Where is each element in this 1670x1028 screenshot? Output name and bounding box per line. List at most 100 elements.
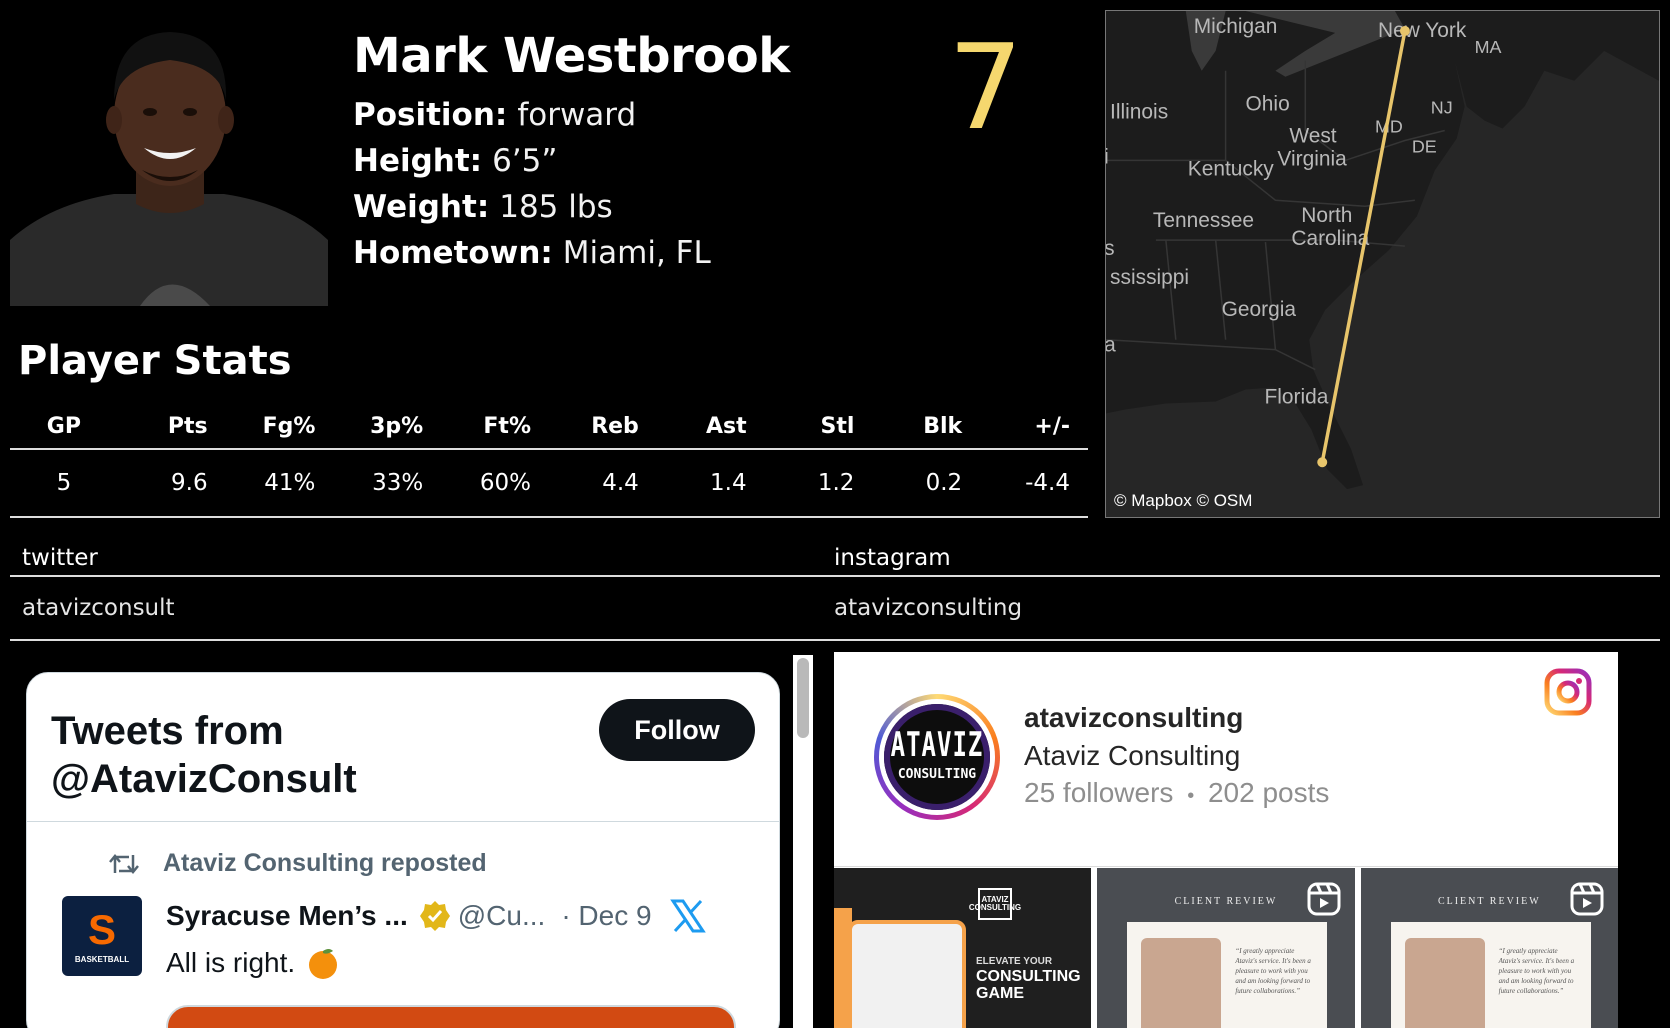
map-label-nj: NJ (1431, 98, 1453, 118)
instagram-full-name: Ataviz Consulting (1024, 740, 1241, 771)
weight-value: 185 lbs (499, 189, 613, 225)
stat-header-ft: Ft% (483, 414, 531, 439)
repost-text: Ataviz Consulting reposted (163, 849, 487, 877)
stats-title: Player Stats (18, 338, 292, 384)
tweet-date[interactable]: · Dec 9 (561, 900, 651, 932)
map-label-ma: MA (1475, 37, 1502, 57)
map-label-michigan: Michigan (1194, 15, 1278, 38)
map-label-de: DE (1412, 136, 1437, 156)
logo-line2: CONSULTING (897, 766, 977, 782)
verified-badge-icon (419, 901, 450, 931)
map-label-new-york: New York (1378, 19, 1467, 42)
stat-value-gp: 5 (56, 470, 72, 496)
x-logo-icon[interactable] (669, 899, 706, 933)
follow-button[interactable]: Follow (599, 699, 755, 761)
social-header-row: twitter instagram (10, 540, 1660, 577)
weight-row: Weight: 185 lbs (353, 184, 711, 230)
social-table: twitter instagram atavizconsult atavizco… (10, 540, 1660, 641)
instagram-divider (834, 866, 1618, 867)
route-start-marker[interactable] (1399, 25, 1410, 36)
post-mini-logo: ATAVIZ CONSULTING (969, 888, 1021, 920)
hometown-label: Hometown: (353, 235, 553, 271)
count-separator: • (1187, 785, 1195, 807)
instagram-handle: atavizconsulting (834, 595, 1023, 621)
instagram-post-3[interactable]: CLIENT REVIEW “I greatly appreciate Atav… (1360, 868, 1618, 1028)
stat-header-3p: 3p% (370, 414, 424, 439)
ataviz-logo: ATAVIZ CONSULTING (884, 704, 990, 810)
reviewer-photo (1404, 938, 1485, 1028)
instagram-counts: 25 followers • 202 posts (1024, 777, 1329, 809)
post-tagline-big-2: GAME (976, 985, 1024, 1002)
stat-value-ft: 60% (479, 470, 531, 496)
map-label-ohio: Ohio (1246, 93, 1290, 116)
stats-value-row: 5 9.6 41% 33% 60% 4.4 1.4 1.2 0.2 -4.4 (10, 450, 1088, 518)
post-photo-card (848, 920, 966, 1028)
avatar-caption: BASKETBALL (74, 954, 130, 964)
embed-scrollbar-thumb[interactable] (797, 658, 809, 738)
post-review-card: “I greatly appreciate Ataviz's service. … (1390, 922, 1591, 1028)
stats-header-row: GP Pts Fg% 3p% Ft% Reb Ast Stl Blk +/- (10, 410, 1088, 450)
map-label-illinois: Illinois (1110, 101, 1168, 124)
hometown-row: Hometown: Miami, FL (353, 230, 711, 276)
review-quote: “I greatly appreciate Ataviz's service. … (1235, 947, 1311, 995)
stat-header-gp: GP (46, 414, 81, 439)
route-end-marker[interactable] (1317, 457, 1328, 468)
post-tagline-big: CONSULTING GAME (976, 968, 1081, 1002)
twitter-timeline-widget[interactable]: Tweets from @AtavizConsult Follow Ataviz… (26, 672, 780, 1028)
instagram-post-2[interactable]: CLIENT REVIEW “I greatly appreciate Atav… (1097, 868, 1355, 1028)
player-photo (10, 8, 328, 306)
height-label: Height: (353, 143, 483, 179)
instagram-logo-icon[interactable] (1544, 668, 1592, 716)
tweet-author-avatar[interactable]: S BASKETBALL (62, 896, 142, 976)
twitter-handle: atavizconsult (22, 595, 175, 621)
avatar-letter: S (87, 905, 116, 953)
stat-header-ast: Ast (705, 414, 747, 439)
map-attribution[interactable]: © Mapbox © OSM (1114, 491, 1252, 511)
stat-header-stl: Stl (820, 414, 855, 439)
tweet-header: Syracuse Men’s ... @Cu... · Dec 9 (166, 899, 706, 933)
instagram-post-1[interactable]: ATAVIZ CONSULTING ELEVATE YOUR CONSULTIN… (834, 868, 1092, 1028)
stat-value-stl: 1.2 (817, 470, 855, 496)
map-label-edge-s: s (1106, 237, 1115, 260)
twitter-title-line1: Tweets from (51, 709, 284, 753)
jersey-number: 7 (948, 18, 1024, 156)
map-label-edge-a: a (1106, 334, 1116, 357)
map-label-virginia: Virginia (1277, 147, 1347, 170)
instagram-username[interactable]: atavizconsulting (1024, 702, 1243, 734)
twitter-divider (27, 821, 779, 822)
instagram-profile-widget[interactable]: ATAVIZ CONSULTING atavizconsulting Atavi… (834, 652, 1618, 1028)
repost-indicator[interactable]: Ataviz Consulting reposted (109, 849, 487, 878)
post-tagline-small: ELEVATE YOUR (976, 956, 1053, 967)
stat-value-reb: 4.4 (602, 470, 639, 496)
player-name: Mark Westbrook (353, 28, 790, 84)
position-value: forward (517, 97, 637, 133)
tweet-author-handle[interactable]: @Cu... (458, 900, 546, 932)
logo-line1: ATAVIZ (890, 724, 984, 765)
review-quote: “I greatly appreciate Ataviz's service. … (1498, 947, 1575, 995)
map-label-mississippi: ssissippi (1110, 266, 1189, 289)
posts-count: 202 posts (1207, 777, 1330, 808)
weight-label: Weight: (353, 189, 490, 225)
reel-icon (1307, 882, 1341, 916)
instagram-avatar[interactable]: ATAVIZ CONSULTING (874, 694, 1000, 820)
map-label-north: North (1301, 204, 1352, 227)
orange-emoji-icon (309, 949, 338, 979)
reel-icon (1570, 882, 1604, 916)
twitter-title-line2: @AtavizConsult (51, 757, 357, 801)
repost-icon (109, 853, 139, 874)
tweet-author-name[interactable]: Syracuse Men’s ... (166, 900, 408, 932)
stat-value-blk: 0.2 (925, 470, 963, 496)
instagram-post-grid: ATAVIZ CONSULTING ELEVATE YOUR CONSULTIN… (834, 868, 1618, 1028)
stat-value-pts: 9.6 (171, 470, 208, 496)
hometown-map[interactable]: Michigan New York MA Illinois Ohio NJ MD… (1105, 10, 1660, 518)
reviewer-photo (1141, 938, 1222, 1028)
map-label-edge-i: i (1106, 145, 1109, 168)
height-value: 6’5” (492, 143, 558, 179)
map-label-carolina: Carolina (1291, 227, 1369, 250)
tweet-media-image[interactable] (166, 1005, 736, 1028)
social-value-row: atavizconsult atavizconsulting (10, 577, 1660, 641)
height-row: Height: 6’5” (353, 138, 711, 184)
stat-header-pts: Pts (167, 414, 208, 439)
position-row: Position: forward (353, 92, 711, 138)
stat-value-plus-minus: -4.4 (1025, 470, 1070, 496)
